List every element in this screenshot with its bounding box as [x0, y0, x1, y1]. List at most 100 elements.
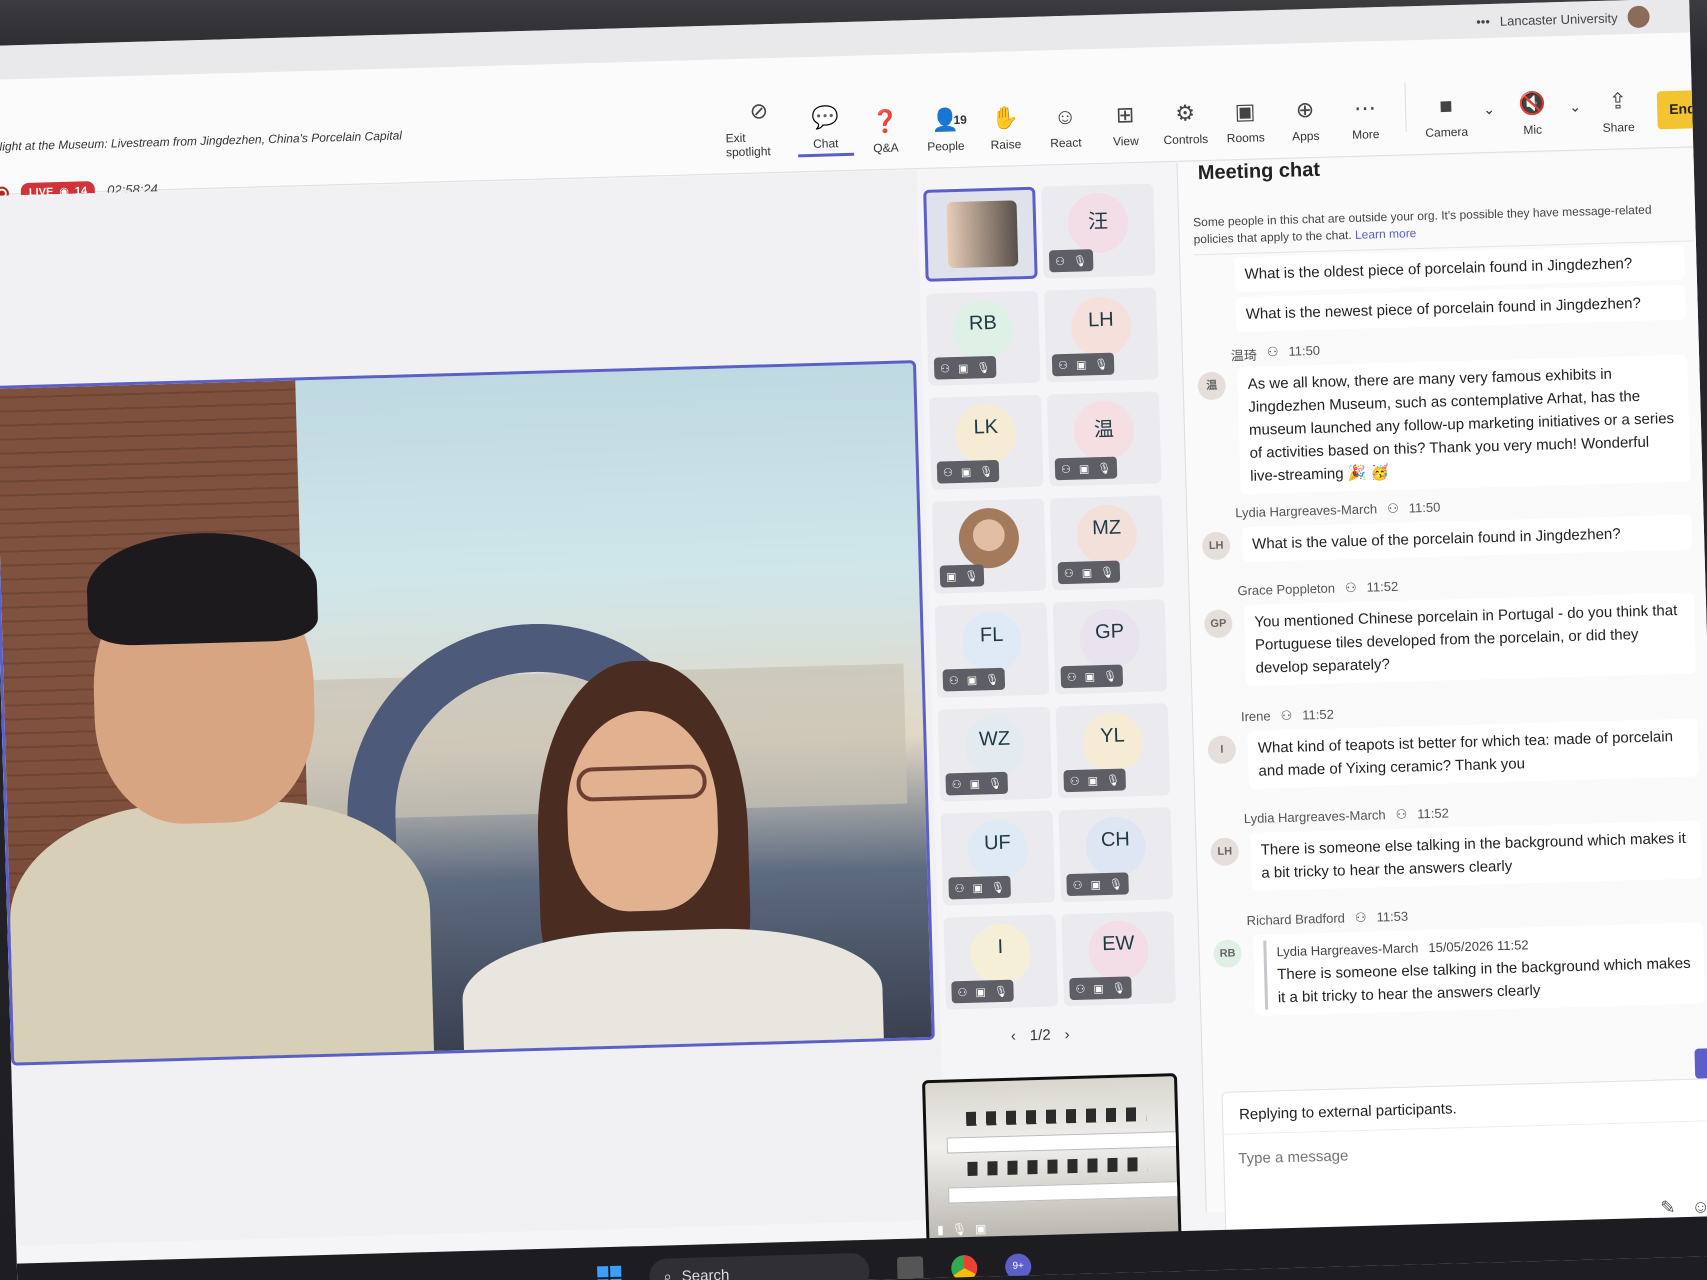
- exit-spotlight-icon: ⊘: [749, 98, 769, 124]
- view-button[interactable]: ⊞ View: [1097, 101, 1154, 149]
- emoji-icon[interactable]: ☺: [1691, 1196, 1707, 1218]
- self-view-video[interactable]: ▮ 🎙 ▣: [922, 1073, 1182, 1249]
- participant-controls: ⚇ ▣ 🎙: [1060, 664, 1124, 689]
- participant-tile[interactable]: UF ⚇ ▣ 🎙: [940, 810, 1056, 906]
- message-time: 11:50: [1408, 499, 1441, 516]
- message-body: As we all know, there are many very famo…: [1237, 354, 1691, 495]
- mic-off-icon: 🎙: [1097, 462, 1112, 475]
- participant-tile[interactable]: LH ⚇ ▣ 🎙: [1044, 287, 1159, 383]
- rooms-icon: ▣: [1234, 98, 1256, 125]
- spotlight-video[interactable]: [0, 360, 935, 1066]
- share-label: Share: [1602, 119, 1635, 135]
- people-button[interactable]: 👤 19 People: [917, 106, 974, 154]
- participant-initials: MZ: [1091, 516, 1122, 540]
- learn-more-link[interactable]: Learn more: [1355, 226, 1417, 242]
- participant-tile[interactable]: RB ⚇ ▣ 🎙: [926, 290, 1041, 386]
- camera-button[interactable]: ■ Camera: [1418, 92, 1475, 140]
- chat-title: Meeting chat: [1197, 158, 1321, 185]
- exit-spotlight-button[interactable]: ⊘ Exit spotlight: [725, 97, 795, 159]
- people-icon: 👤 19: [931, 106, 968, 133]
- apps-button[interactable]: ⊕ Apps: [1277, 96, 1334, 144]
- participant-video-thumbnail: [946, 200, 1019, 269]
- person-icon: ⚇: [1060, 463, 1072, 476]
- next-page-icon[interactable]: ›: [1064, 1026, 1069, 1043]
- camera-off-icon: ▣: [969, 778, 981, 791]
- audience-row: [965, 1107, 1147, 1127]
- task-view-icon[interactable]: [896, 1256, 924, 1280]
- react-icon: ☺: [1053, 103, 1077, 130]
- more-button[interactable]: ⋯ More: [1337, 95, 1394, 143]
- participant-tile[interactable]: LK ⚇ ▣ 🎙: [928, 394, 1044, 490]
- share-button[interactable]: ⇪ Share: [1590, 88, 1647, 136]
- meeting-stage: [0, 170, 946, 1246]
- camera-off-icon: ▣: [1078, 462, 1090, 476]
- message-author: Irene: [1240, 708, 1271, 725]
- mic-off-icon: 🎙: [1094, 358, 1109, 371]
- participant-initials: CH: [1100, 828, 1131, 852]
- format-icon[interactable]: ✎: [1660, 1197, 1676, 1218]
- participant-tile[interactable]: 汪 ⚇ 🎙: [1041, 183, 1156, 279]
- participant-tile[interactable]: MZ ⚇ ▣ 🎙: [1049, 495, 1165, 591]
- search-label: Search: [681, 1266, 730, 1280]
- participant-tile[interactable]: WZ ⚇ ▣ 🎙: [937, 706, 1053, 802]
- camera-options-caret[interactable]: ⌄: [1478, 101, 1501, 139]
- author-avatar: RB: [1213, 939, 1242, 969]
- participant-controls: ⚇ ▣ 🎙: [945, 771, 1009, 796]
- raise-label: Raise: [990, 137, 1022, 152]
- people-count-badge: 19: [953, 112, 968, 127]
- scroll-to-bottom-button[interactable]: ↓: [1694, 1047, 1707, 1079]
- message-meta: Lydia Hargreaves-March ⚇ 11:52: [1244, 805, 1449, 827]
- mic-muted-icon: 🔇: [1517, 90, 1547, 117]
- mic-off-icon: 🎙: [1105, 774, 1121, 787]
- message-time: 11:52: [1417, 805, 1450, 822]
- participant-initials: 温: [1093, 418, 1115, 442]
- participant-tile[interactable]: CH ⚇ ▣ 🎙: [1058, 807, 1174, 903]
- message-input[interactable]: [1238, 1137, 1699, 1168]
- taskbar-search[interactable]: ⌕ Search: [648, 1252, 870, 1280]
- react-button[interactable]: ☺ React: [1037, 103, 1094, 151]
- person-icon: ⚇: [942, 466, 954, 479]
- speaker-2-glasses: [576, 764, 708, 802]
- participant-tile-photo[interactable]: ▣ 🎙: [931, 498, 1047, 594]
- person-icon: ⚇: [1055, 255, 1066, 268]
- rooms-button[interactable]: ▣ Rooms: [1217, 98, 1274, 146]
- message-time: 11:53: [1376, 908, 1409, 925]
- participant-tile[interactable]: I ⚇ ▣ 🎙: [943, 914, 1059, 1010]
- participant-tile[interactable]: FL ⚇ ▣ 🎙: [934, 602, 1050, 698]
- participant-controls: ▣ 🎙: [939, 564, 985, 588]
- audience-row: [967, 1156, 1148, 1177]
- participant-grid: 汪 ⚇ 🎙 RB ⚇ ▣ 🎙 LH ⚇ ▣ 🎙 LK ⚇ ▣ 🎙 温 ⚇ ▣ 🎙 ▣ 🎙: [923, 183, 1176, 1010]
- controls-button[interactable]: ⚙ Controls: [1157, 100, 1214, 148]
- mic-options-caret[interactable]: ⌄: [1564, 98, 1587, 136]
- more-options-icon[interactable]: •••: [1476, 13, 1490, 28]
- raise-hand-button[interactable]: ✋ Raise: [977, 105, 1034, 153]
- participant-controls: ⚇ ▣ 🎙: [1063, 768, 1127, 793]
- windows-start-icon[interactable]: [597, 1265, 622, 1280]
- qa-button[interactable]: ❓ Q&A: [857, 108, 914, 156]
- rooms-label: Rooms: [1226, 130, 1266, 146]
- participant-tile[interactable]: EW ⚇ ▣ 🎙: [1061, 911, 1176, 1007]
- participant-controls: ⚇ ▣ 🎙: [948, 875, 1012, 900]
- message-time: 11:52: [1302, 706, 1335, 723]
- participant-tile-video[interactable]: [923, 186, 1038, 282]
- mic-button[interactable]: 🔇 Mic: [1504, 90, 1561, 138]
- previous-page-icon[interactable]: ‹: [1011, 1028, 1016, 1045]
- chrome-icon[interactable]: [950, 1254, 978, 1280]
- qa-icon: ❓: [871, 108, 900, 135]
- participant-tile[interactable]: YL ⚇ ▣ 🎙: [1055, 703, 1171, 799]
- chat-message-reply: Richard Bradford ⚇ 11:53 RB Lydia Hargre…: [1212, 900, 1707, 1016]
- person-icon: ⚇: [957, 986, 968, 999]
- camera-icon: ▣: [974, 1221, 987, 1236]
- apps-label: Apps: [1291, 128, 1320, 144]
- classroom-desk: [946, 1131, 1177, 1154]
- mic-off-icon: 🎙: [984, 673, 1000, 686]
- participant-tile[interactable]: 温 ⚇ ▣ 🎙: [1046, 391, 1162, 487]
- quoted-message[interactable]: Lydia Hargreaves-March 15/05/2026 11:52 …: [1263, 928, 1696, 1010]
- chat-message: Lydia Hargreaves-March ⚇ 11:52 LH There …: [1210, 798, 1707, 891]
- person-icon: ⚇: [1057, 359, 1069, 372]
- participant-tile[interactable]: GP ⚇ ▣ 🎙: [1052, 599, 1168, 695]
- person-icon: ⚇: [939, 362, 951, 375]
- user-avatar[interactable]: [1627, 5, 1650, 29]
- chat-button[interactable]: 💬 Chat: [796, 103, 855, 158]
- participant-initials: LK: [973, 415, 999, 439]
